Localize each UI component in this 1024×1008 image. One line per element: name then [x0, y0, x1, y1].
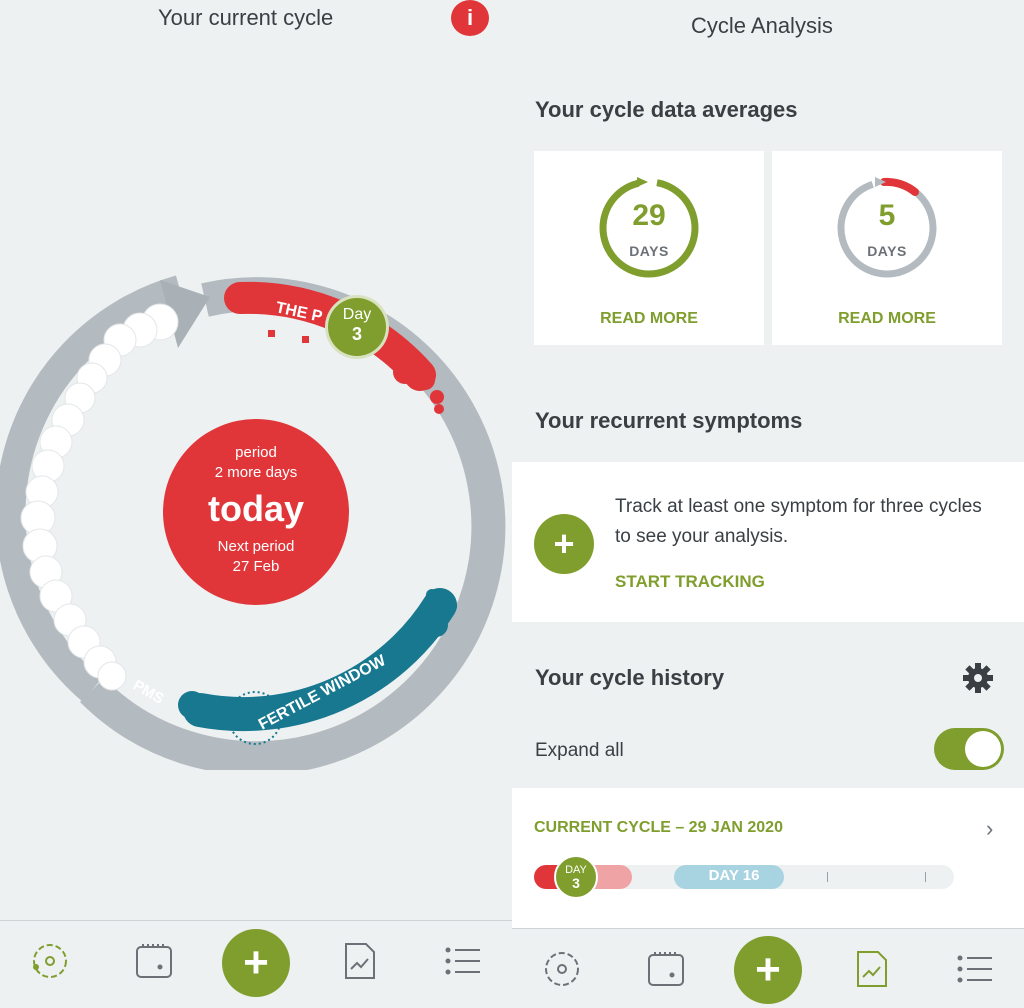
- cycle-length-read-more[interactable]: READ MORE: [534, 310, 764, 328]
- current-cycle-label: CURRENT CYCLE – 29 JAN 2020: [534, 819, 783, 836]
- add-symptom-button[interactable]: +: [534, 514, 594, 574]
- averages-title: Your cycle data averages: [535, 97, 798, 122]
- symptoms-title: Your recurrent symptoms: [535, 408, 803, 433]
- current-day-badge: Day 3: [325, 295, 389, 359]
- period-length-value: 5: [878, 199, 896, 232]
- cycle-length-unit: DAYS: [629, 243, 669, 259]
- symptoms-hint: Track at least one symptom for three cyc…: [615, 496, 982, 547]
- analysis-title: Cycle Analysis: [691, 13, 833, 38]
- period-length-card[interactable]: 5 DAYS READ MORE: [772, 151, 1002, 345]
- nav-calendar-icon[interactable]: [644, 947, 688, 991]
- nav-calendar-icon[interactable]: [132, 939, 176, 983]
- current-cycle-card[interactable]: CURRENT CYCLE – 29 JAN 2020 › DAY 16 DAY…: [512, 788, 1024, 928]
- period-summary-circle[interactable]: period 2 more days today Next period 27 …: [163, 419, 349, 605]
- cycle-length-value: 29: [632, 199, 666, 232]
- cycle-length-card[interactable]: 29 DAYS READ MORE: [534, 151, 764, 345]
- add-entry-button[interactable]: +: [222, 929, 290, 997]
- timeline-day16-label: DAY 16: [708, 867, 760, 884]
- add-entry-button[interactable]: +: [734, 936, 802, 1004]
- next-period-date: 27 Feb: [232, 558, 280, 575]
- nav-cycle-icon[interactable]: [28, 939, 72, 983]
- nav-analysis-icon[interactable]: [850, 947, 894, 991]
- period-days-left: 2 more days: [214, 464, 298, 481]
- timeline-day-badge: DAY 3: [554, 855, 598, 899]
- right-bottom-nav: +: [512, 928, 1024, 1008]
- settings-gear-icon[interactable]: [960, 660, 996, 696]
- symptoms-card: + Track at least one symptom for three c…: [512, 462, 1024, 622]
- period-length-read-more[interactable]: READ MORE: [772, 310, 1002, 328]
- today-label: today: [207, 488, 304, 529]
- pms-label: PMS: [130, 677, 167, 708]
- current-cycle-screen: Your current cycle i THE P FERTILE WINDO…: [0, 0, 512, 1007]
- next-period-label: Next period: [217, 538, 295, 555]
- nav-list-icon[interactable]: [952, 947, 996, 991]
- expand-all-label: Expand all: [535, 740, 624, 761]
- bottom-nav: +: [0, 920, 512, 1007]
- nav-cycle-icon[interactable]: [540, 947, 584, 991]
- chevron-right-icon[interactable]: ›: [986, 816, 993, 842]
- nav-list-icon[interactable]: [440, 939, 484, 983]
- period-length-unit: DAYS: [867, 243, 907, 259]
- period-status: period: [235, 444, 277, 461]
- timeline-day-number: 3: [572, 875, 580, 891]
- start-tracking-link[interactable]: START TRACKING: [615, 572, 765, 592]
- day-badge-label: Day: [342, 306, 372, 323]
- expand-all-toggle[interactable]: [934, 728, 1004, 770]
- nav-analysis-icon[interactable]: [338, 939, 382, 983]
- info-icon[interactable]: i: [451, 0, 489, 36]
- toggle-knob: [965, 731, 1001, 767]
- history-title: Your cycle history: [535, 665, 725, 690]
- day-badge-number: 3: [351, 324, 362, 344]
- page-title: Your current cycle: [158, 5, 334, 30]
